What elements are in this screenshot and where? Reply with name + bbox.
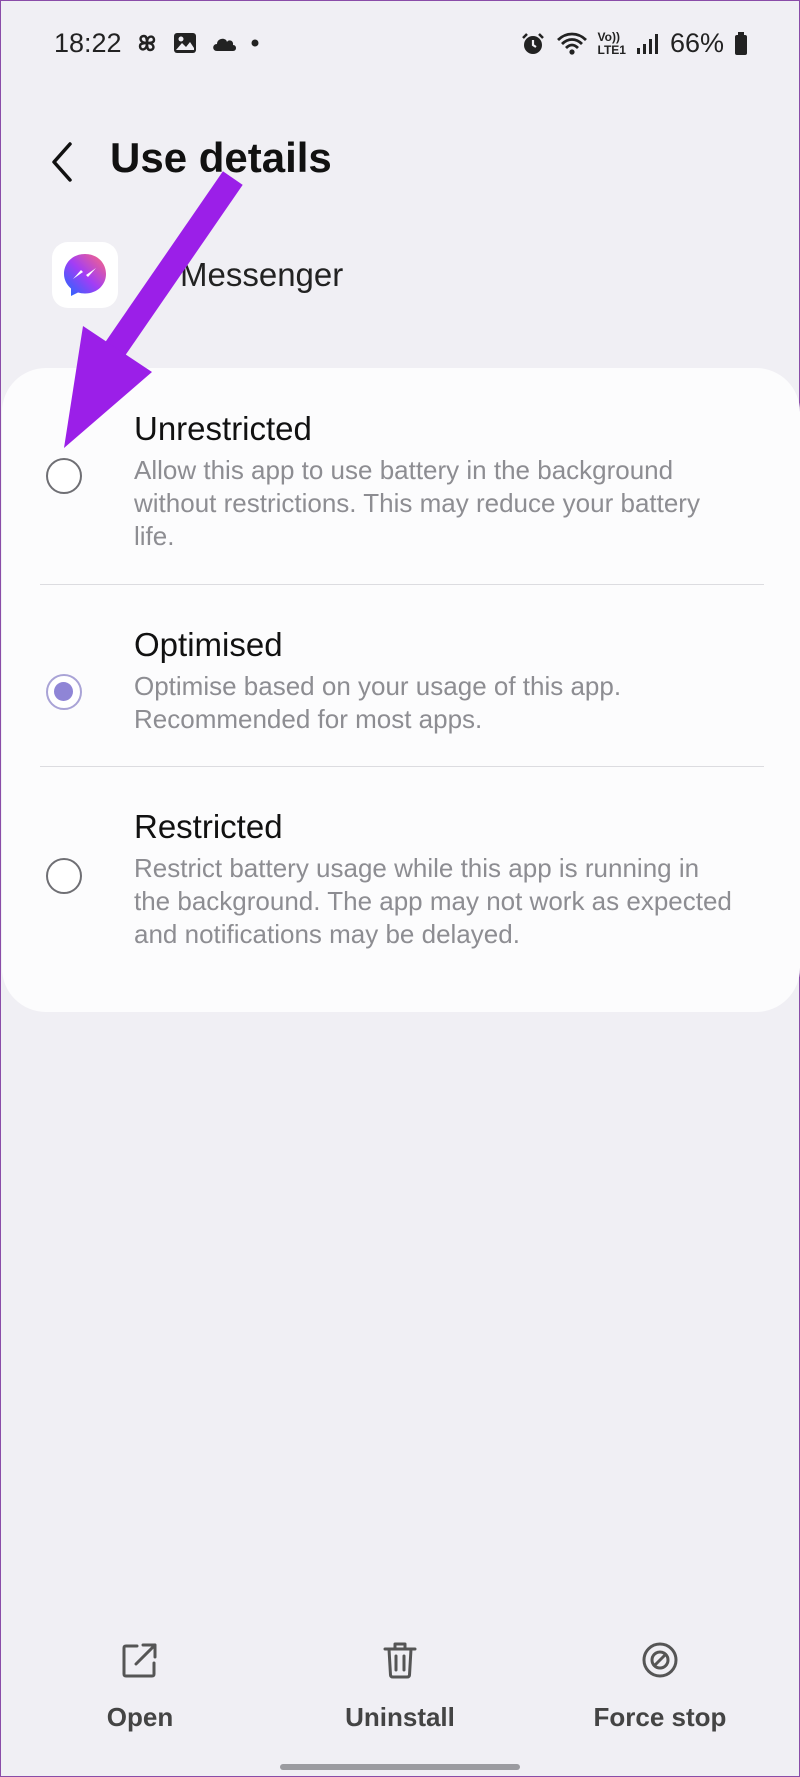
open-external-icon <box>122 1643 157 1678</box>
open-button[interactable]: Open <box>40 1640 240 1733</box>
open-label: Open <box>106 1702 174 1732</box>
uninstall-button[interactable]: Uninstall <box>300 1640 500 1733</box>
uninstall-label: Uninstall <box>345 1702 455 1732</box>
home-indicator[interactable] <box>280 1764 520 1770</box>
force-stop-icon <box>642 1642 678 1678</box>
trash-icon <box>383 1642 417 1679</box>
annotation-arrow <box>64 171 243 448</box>
force-stop-button[interactable]: Force stop <box>560 1640 760 1733</box>
force-stop-label: Force stop <box>593 1702 727 1732</box>
